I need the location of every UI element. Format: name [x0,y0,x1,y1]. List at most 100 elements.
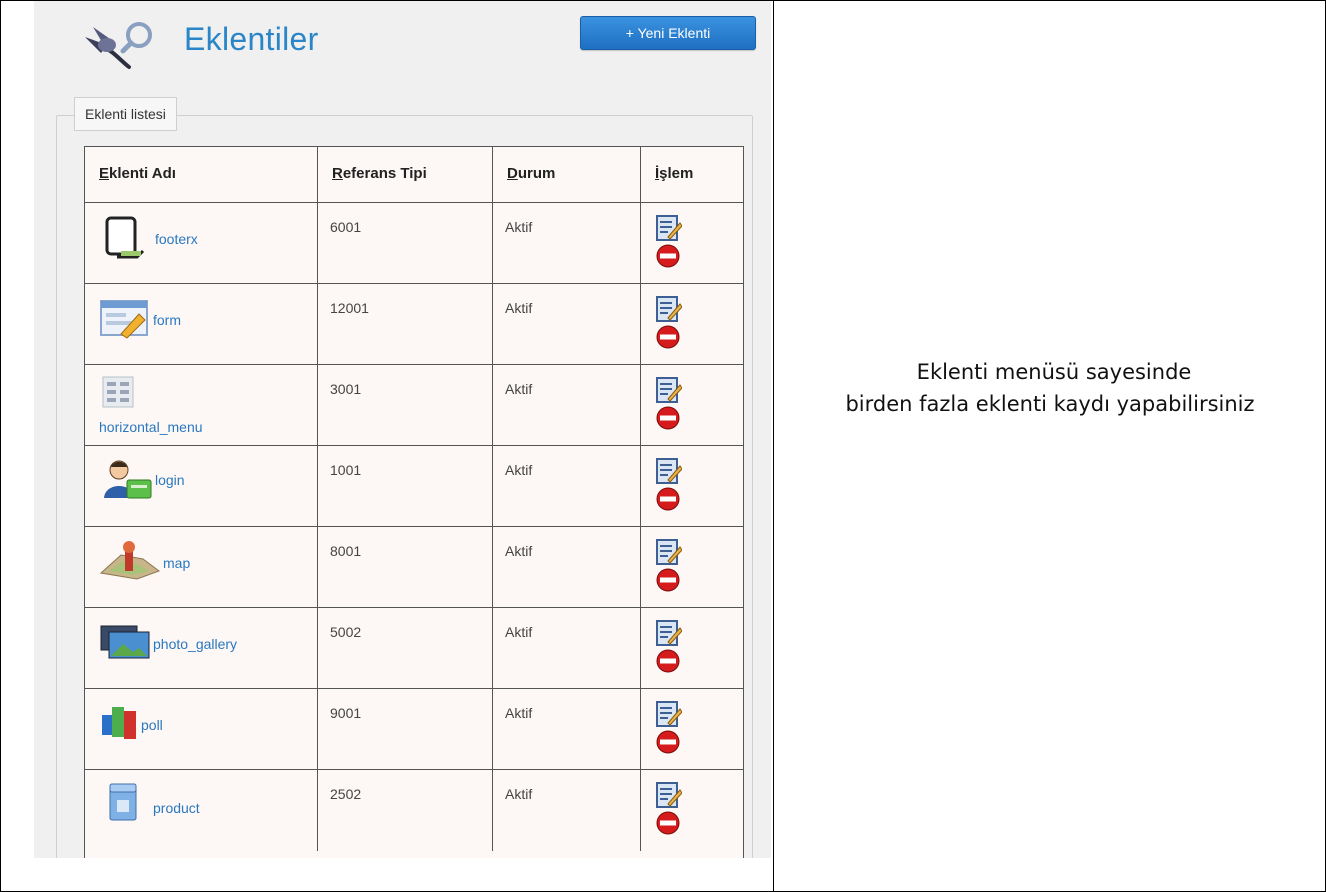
plugin-name-cell: product [85,770,318,851]
status-value: Aktif [505,219,533,235]
delete-icon[interactable] [656,487,680,511]
page-title: Eklentiler [184,21,319,57]
photo-gallery-icon [100,625,150,659]
status-cell: Aktif [493,365,641,445]
plugin-name-cell: login [85,446,318,526]
status-value: Aktif [505,543,533,559]
reference-cell: 9001 [318,689,493,769]
action-cell [641,689,743,769]
status-cell: Aktif [493,527,641,607]
column-header-accel: E [99,165,110,182]
product-icon [109,783,137,821]
column-header-name[interactable]: Eklenti Adı [85,147,318,202]
reference-value: 6001 [330,219,362,235]
delete-icon[interactable] [656,730,680,754]
plugin-name-cell: horizontal_menu [85,365,318,445]
table-row: poll 9001 Aktif [85,689,743,770]
plugin-link[interactable]: login [155,472,185,488]
table-row: login 1001 Aktif [85,446,743,527]
plugin-name-cell: poll [85,689,318,769]
edit-icon[interactable] [656,620,682,646]
edit-icon[interactable] [656,458,682,484]
action-cell [641,446,743,526]
column-header-label: şlem [659,165,694,182]
reference-cell: 6001 [318,203,493,283]
reference-value: 9001 [330,705,362,721]
edit-icon[interactable] [656,782,682,808]
plugin-link[interactable]: poll [141,717,163,733]
status-cell: Aktif [493,770,641,851]
plugin-name-cell: footerx [85,203,318,283]
reference-value: 3001 [330,381,362,397]
plugin-table: Eklenti Adı Referans Tipi Durum İşlem fo… [84,146,744,858]
table-row: product 2502 Aktif [85,770,743,851]
status-cell: Aktif [493,689,641,769]
document-frame: Eklentiler + Yeni Eklenti Eklenti listes… [0,0,1326,892]
column-header-reference-type[interactable]: Referans Tipi [318,147,493,202]
delete-icon[interactable] [656,325,680,349]
action-cell [641,284,743,364]
status-value: Aktif [505,786,533,802]
edit-icon[interactable] [656,701,682,727]
user-login-icon [104,460,152,499]
reference-value: 5002 [330,624,362,640]
action-cell [641,608,743,688]
table-header-row: Eklenti Adı Referans Tipi Durum İşlem [85,146,743,203]
status-cell: Aktif [493,203,641,283]
table-row: map 8001 Aktif [85,527,743,608]
table-row: footerx 6001 Aktif [85,203,743,284]
reference-cell: 5002 [318,608,493,688]
map-icon [99,541,161,580]
column-header-label: eferans Tipi [342,165,427,182]
status-value: Aktif [505,381,533,397]
plugin-link[interactable]: horizontal_menu [99,419,203,435]
edit-icon[interactable] [656,539,682,565]
caption-line-2: birden fazla eklenti kaydı yapabilirsini… [845,392,1255,416]
plugin-name-cell: photo_gallery [85,608,318,688]
plugin-link[interactable]: product [153,800,200,816]
menu-icon [102,376,134,408]
status-cell: Aktif [493,284,641,364]
column-header-action[interactable]: İşlem [641,147,743,202]
plugins-panel: Eklentiler + Yeni Eklenti Eklenti listes… [34,1,771,858]
reference-cell: 1001 [318,446,493,526]
plugin-link[interactable]: form [153,312,181,328]
table-row: form 12001 Aktif [85,284,743,365]
column-header-label: klenti Adı [109,165,176,182]
poll-icon [102,707,136,739]
column-header-status[interactable]: Durum [493,147,641,202]
screenshot-cell: Eklentiler + Yeni Eklenti Eklenti listes… [1,1,774,891]
new-plugin-button[interactable]: + Yeni Eklenti [580,16,756,50]
reference-cell: 8001 [318,527,493,607]
column-header-accel: D [507,165,518,182]
delete-icon[interactable] [656,244,680,268]
plugin-link[interactable]: map [163,555,190,571]
status-value: Aktif [505,300,533,316]
delete-icon[interactable] [656,811,680,835]
edit-icon[interactable] [656,215,682,241]
fieldset-legend: Eklenti listesi [74,97,177,131]
delete-icon[interactable] [656,649,680,673]
action-cell [641,203,743,283]
delete-icon[interactable] [656,406,680,430]
form-icon [100,300,148,339]
column-header-accel: R [332,165,343,182]
status-value: Aktif [505,462,533,478]
table-row: horizontal_menu 3001 Aktif [85,365,743,446]
edit-icon[interactable] [656,377,682,403]
reference-cell: 3001 [318,365,493,445]
action-cell [641,527,743,607]
reference-value: 8001 [330,543,362,559]
document-icon [105,216,145,259]
table-row: photo_gallery 5002 Aktif [85,608,743,689]
delete-icon[interactable] [656,568,680,592]
plug-icon [85,22,152,69]
plugin-link[interactable]: footerx [155,231,198,247]
plugin-link[interactable]: photo_gallery [153,636,237,652]
status-cell: Aktif [493,446,641,526]
plugin-name-cell: form [85,284,318,364]
edit-icon[interactable] [656,296,682,322]
reference-value: 2502 [330,786,362,802]
reference-cell: 2502 [318,770,493,851]
status-cell: Aktif [493,608,641,688]
